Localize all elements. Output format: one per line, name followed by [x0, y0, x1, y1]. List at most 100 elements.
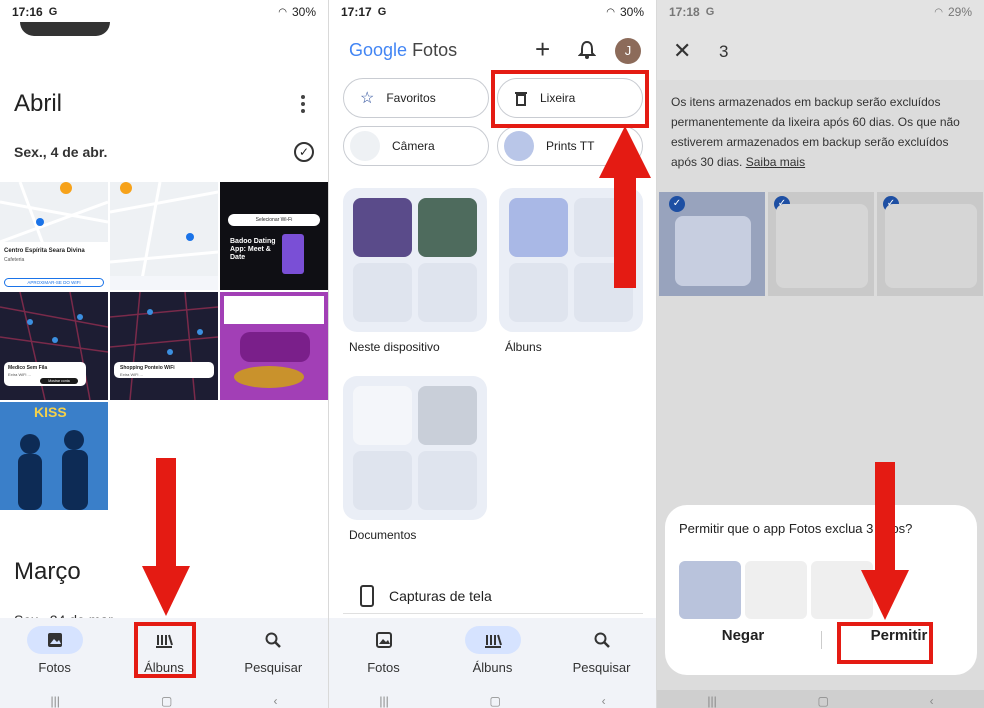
- nav-label: Fotos: [367, 660, 400, 675]
- chip-favoritos[interactable]: ☆ Favoritos: [343, 78, 489, 118]
- album-cover: [418, 451, 477, 510]
- album-cover: [353, 198, 412, 257]
- status-battery: 30%: [619, 5, 644, 19]
- photo-thumbnail[interactable]: Centro Espírita Seara Divina Cafeteria A…: [0, 182, 108, 290]
- month-heading: Março: [14, 558, 81, 585]
- red-arrow-up: [599, 126, 651, 288]
- status-right: ◠ 29%: [934, 5, 972, 19]
- album-documentos[interactable]: [343, 376, 487, 520]
- dialog-preview: [679, 561, 741, 619]
- home-icon[interactable]: ▢: [818, 694, 829, 708]
- list-item-capturas[interactable]: Capturas de tela: [343, 578, 643, 614]
- more-icon[interactable]: [291, 92, 315, 116]
- trash-icon: [515, 92, 527, 106]
- photo-icon: [356, 626, 412, 654]
- trash-photo[interactable]: ✓: [877, 192, 983, 296]
- dialog-preview: [745, 561, 807, 619]
- place-sub: Extra WiFi ...: [120, 372, 143, 377]
- album-device[interactable]: [343, 188, 487, 332]
- recents-icon[interactable]: |||: [51, 694, 60, 708]
- recents-icon[interactable]: |||: [707, 694, 716, 708]
- article-text: [224, 296, 324, 324]
- chip-lixeira[interactable]: Lixeira: [497, 78, 643, 118]
- place-title: Medico Sem Fila: [8, 365, 48, 371]
- map-graphic: [110, 182, 218, 290]
- back-icon[interactable]: ‹: [602, 694, 606, 708]
- album-cover: [418, 263, 477, 322]
- status-battery: 29%: [947, 5, 972, 19]
- permitir-button[interactable]: Permitir: [821, 627, 977, 644]
- search-icon: [245, 626, 301, 654]
- table-shape: [234, 366, 304, 388]
- photo-thumbnail[interactable]: KISS: [0, 402, 108, 510]
- plus-icon[interactable]: +: [535, 36, 550, 62]
- back-icon[interactable]: ‹: [930, 694, 934, 708]
- avatar[interactable]: J: [615, 38, 641, 64]
- map-graphic: [0, 182, 108, 290]
- photo-thumbnail[interactable]: Medico Sem Fila Extra WiFi ... Mostrar c…: [0, 292, 108, 400]
- album-cover: [418, 386, 477, 445]
- selection-count: 3: [719, 42, 729, 61]
- place-sub: Cafeteria: [4, 257, 25, 263]
- partial-photo[interactable]: [20, 22, 110, 36]
- album-cover: [509, 263, 568, 322]
- system-nav-bar: ||| ▢ ‹: [0, 690, 328, 708]
- place-title: Centro Espírita Seara Divina: [4, 248, 85, 254]
- select-day-check-icon[interactable]: ✓: [294, 142, 314, 162]
- status-app-icons: G: [48, 6, 58, 18]
- app-grid: [675, 216, 751, 286]
- status-time: 17:18: [669, 5, 700, 19]
- trash-photo[interactable]: ✓: [768, 192, 874, 296]
- check-icon: ✓: [669, 196, 685, 212]
- home-icon[interactable]: ▢: [161, 694, 172, 708]
- nav-label: Álbuns: [144, 660, 184, 675]
- chip-label: Câmera: [392, 139, 435, 153]
- home-icon[interactable]: ▢: [490, 694, 501, 708]
- close-icon[interactable]: ✕: [673, 40, 691, 62]
- ad-title: Badoo Dating App: Meet & Date: [230, 238, 276, 261]
- album-label: Documentos: [349, 528, 417, 542]
- photo-thumbnail[interactable]: Shopping Ponteio WiFi Extra WiFi ...: [110, 292, 218, 400]
- sofa-shape: [240, 332, 310, 362]
- logo-fotos: Fotos: [412, 40, 458, 60]
- chip-camera[interactable]: Câmera: [343, 126, 489, 166]
- negar-button[interactable]: Negar: [665, 627, 821, 644]
- album-label: Neste dispositivo: [349, 340, 440, 354]
- status-app-icons: G: [377, 6, 387, 18]
- trash-photo[interactable]: ✓: [659, 192, 765, 296]
- list-label: Capturas de tela: [389, 587, 492, 604]
- place-sub: Extra WiFi ...: [8, 372, 31, 377]
- chip-label: Favoritos: [386, 91, 436, 105]
- photo-thumbnail[interactable]: [110, 182, 218, 290]
- albums-icon: [464, 626, 521, 654]
- info-body: Os itens armazenados em backup serão exc…: [671, 95, 960, 169]
- month-heading: Abril: [14, 90, 63, 117]
- settings-list: [885, 204, 977, 288]
- logo-google: Google: [349, 40, 408, 60]
- albums-icon: [136, 626, 192, 654]
- status-right: ◠ 30%: [278, 5, 316, 19]
- dialog-title: Permitir que o app Fotos exclua 3 fotos?: [679, 521, 913, 536]
- photo-thumbnail[interactable]: [220, 292, 328, 400]
- album-cover: [418, 198, 477, 257]
- album-cover: [353, 386, 412, 445]
- screenshot-icon: [360, 584, 374, 607]
- nav-label: Pesquisar: [572, 660, 631, 675]
- recents-icon[interactable]: |||: [379, 694, 388, 708]
- photo-thumbnail[interactable]: Selecionar Wi-Fi Badoo Dating App: Meet …: [220, 182, 328, 290]
- red-arrow-down: [142, 458, 190, 616]
- map-graphic: [110, 292, 218, 400]
- status-bar: 17:16 G ◠ 30%: [0, 0, 328, 24]
- photo-icon: [26, 626, 83, 654]
- saiba-mais-link[interactable]: Saiba mais: [746, 155, 805, 169]
- status-time: 17:17: [341, 5, 372, 19]
- delete-dialog: Permitir que o app Fotos exclua 3 fotos?…: [665, 505, 977, 675]
- system-nav-bar: ||| ▢ ‹: [657, 690, 984, 708]
- back-icon[interactable]: ‹: [273, 694, 277, 708]
- bell-icon[interactable]: [578, 40, 596, 60]
- wifi-icon: ◠: [278, 6, 287, 18]
- status-battery: 30%: [291, 5, 316, 19]
- nav-label: Fotos: [38, 660, 71, 675]
- wifi-icon: ◠: [934, 6, 943, 18]
- nav-label: Álbuns: [472, 660, 513, 675]
